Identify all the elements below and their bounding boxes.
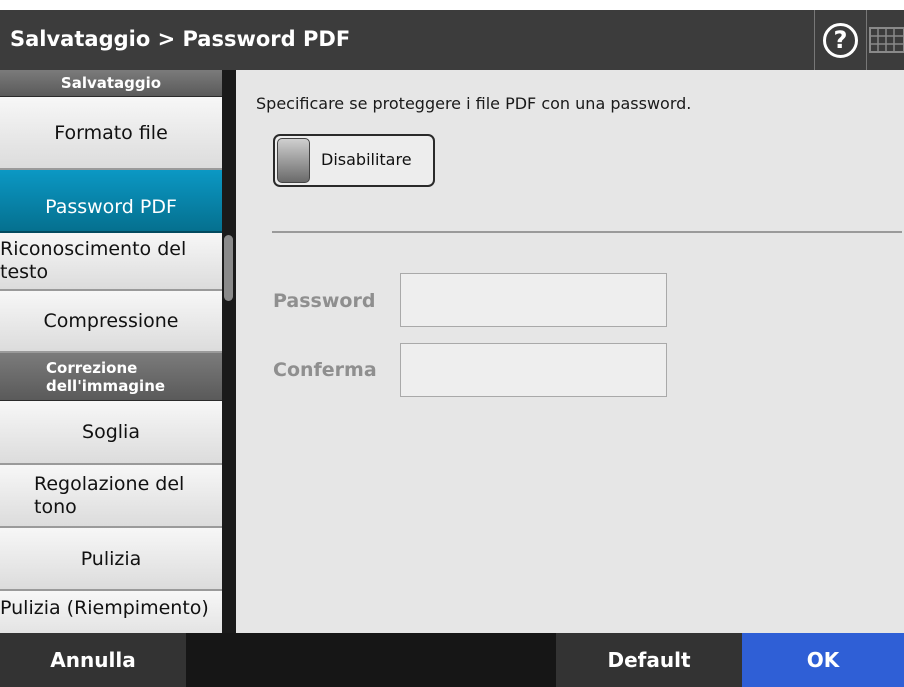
sidebar-section-header-salvataggio: Salvataggio bbox=[0, 70, 222, 97]
main-panel: Specificare se proteggere i file PDF con… bbox=[236, 70, 904, 633]
keyboard-button[interactable] bbox=[868, 26, 904, 54]
default-button[interactable]: Default bbox=[556, 633, 742, 687]
keyboard-icon bbox=[869, 27, 904, 53]
sidebar-item-pulizia[interactable]: Pulizia bbox=[0, 528, 222, 591]
confirm-field[interactable] bbox=[400, 343, 667, 397]
sidebar-section-header-correzione: Correzione dell'immagine bbox=[0, 353, 222, 401]
divider bbox=[272, 231, 902, 233]
toggle-knob bbox=[277, 138, 310, 183]
help-button[interactable]: ? bbox=[814, 10, 867, 70]
help-icon: ? bbox=[823, 23, 858, 58]
sidebar-list: Salvataggio Formato file Password PDF Ri… bbox=[0, 70, 222, 633]
sidebar-item-pulizia-riempimento[interactable]: Pulizia (Riempimento) bbox=[0, 591, 222, 633]
sidebar: Salvataggio Formato file Password PDF Ri… bbox=[0, 70, 236, 633]
ok-button[interactable]: OK bbox=[742, 633, 904, 687]
sidebar-item-riconoscimento-testo[interactable]: Riconoscimento del testo bbox=[0, 233, 222, 291]
password-toggle[interactable]: Disabilitare bbox=[273, 134, 435, 187]
page-title: Salvataggio > Password PDF bbox=[10, 27, 351, 51]
bottom-bar: Annulla Default OK bbox=[0, 633, 904, 687]
sidebar-item-regolazione-tono[interactable]: Regolazione del tono bbox=[0, 465, 222, 528]
confirm-label: Conferma bbox=[273, 359, 377, 381]
app-window: Salvataggio > Password PDF ? Salvataggio… bbox=[0, 10, 904, 687]
sidebar-scrollbar-thumb[interactable] bbox=[224, 235, 233, 301]
sidebar-item-compressione[interactable]: Compressione bbox=[0, 291, 222, 353]
description-text: Specificare se proteggere i file PDF con… bbox=[256, 94, 692, 113]
sidebar-scrollbar-track[interactable] bbox=[222, 70, 236, 633]
sidebar-item-password-pdf[interactable]: Password PDF bbox=[0, 170, 222, 233]
sidebar-item-soglia[interactable]: Soglia bbox=[0, 401, 222, 465]
toggle-label: Disabilitare bbox=[321, 150, 412, 169]
sidebar-item-formato-file[interactable]: Formato file bbox=[0, 97, 222, 170]
password-label: Password bbox=[273, 290, 376, 312]
password-field[interactable] bbox=[400, 273, 667, 327]
cancel-button[interactable]: Annulla bbox=[0, 633, 186, 687]
title-bar: Salvataggio > Password PDF ? bbox=[0, 10, 904, 70]
